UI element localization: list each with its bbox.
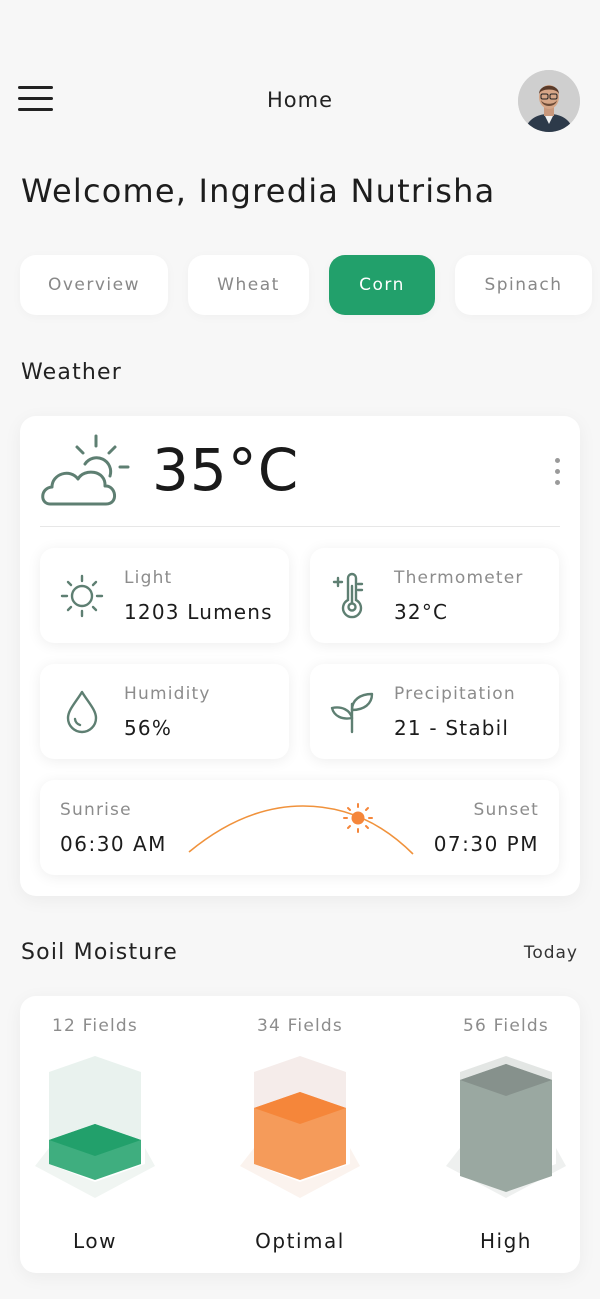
sun-icon xyxy=(60,574,104,618)
stat-label: Light xyxy=(124,568,173,588)
fields-count: 34 Fields xyxy=(257,1016,343,1036)
light-stat-card: Light 1203 Lumens xyxy=(40,548,289,643)
soil-moisture-section-title: Soil Moisture xyxy=(21,940,178,965)
stat-label: Humidity xyxy=(124,684,211,704)
tab-wheat[interactable]: Wheat xyxy=(188,255,309,315)
stat-label: Thermometer xyxy=(394,568,524,588)
avatar[interactable] xyxy=(518,70,580,132)
soil-column-high: 56 Fields High xyxy=(431,996,581,1273)
moisture-level: High xyxy=(480,1229,532,1253)
period-selector[interactable]: Today xyxy=(524,943,578,963)
stat-value: 56% xyxy=(124,716,173,740)
stat-label: Precipitation xyxy=(394,684,516,704)
sprout-icon xyxy=(330,692,374,734)
welcome-heading: Welcome, Ingredia Nutrisha xyxy=(21,172,496,210)
soil-column-low: 12 Fields Low xyxy=(20,996,170,1273)
tab-spinach[interactable]: Spinach xyxy=(455,255,592,315)
soil-column-optimal: 34 Fields Optimal xyxy=(225,996,375,1273)
tab-overview[interactable]: Overview xyxy=(20,255,168,315)
sunrise-time: 06:30 AM xyxy=(60,832,167,856)
temperature-value: 35°C xyxy=(152,436,300,504)
sun-position-icon xyxy=(343,803,373,833)
stat-value: 32°C xyxy=(394,600,449,624)
divider xyxy=(40,526,560,527)
fields-count: 12 Fields xyxy=(52,1016,138,1036)
droplet-icon xyxy=(66,690,98,734)
thermometer-icon xyxy=(332,572,364,619)
weather-card: 35°C Light 1203 Lumens Thermometer 32°C … xyxy=(20,416,580,896)
sun-path-arc xyxy=(188,803,414,855)
cloud-sun-icon xyxy=(41,434,130,506)
page-title: Home xyxy=(266,88,333,112)
moisture-gauge xyxy=(35,1056,155,1198)
tab-corn[interactable]: Corn xyxy=(329,255,435,315)
humidity-stat-card: Humidity 56% xyxy=(40,664,289,759)
soil-moisture-card: 12 Fields Low 34 Fields Optimal 56 Field… xyxy=(20,996,580,1273)
thermometer-stat-card: Thermometer 32°C xyxy=(310,548,559,643)
sunset-label: Sunset xyxy=(473,800,539,820)
moisture-level: Optimal xyxy=(255,1229,345,1253)
stat-value: 1203 Lumens xyxy=(124,600,273,624)
moisture-level: Low xyxy=(73,1229,117,1253)
fields-count: 56 Fields xyxy=(463,1016,549,1036)
stat-value: 21 - Stabil xyxy=(394,716,510,740)
sunset-time: 07:30 PM xyxy=(433,832,539,856)
sunrise-sunset-card: Sunrise 06:30 AM Sunset 07:30 PM xyxy=(40,780,559,875)
precipitation-stat-card: Precipitation 21 - Stabil xyxy=(310,664,559,759)
weather-section-title: Weather xyxy=(21,360,123,385)
moisture-gauge xyxy=(240,1056,360,1198)
app-header: Home xyxy=(0,0,600,200)
sunrise-label: Sunrise xyxy=(60,800,132,820)
more-options-icon[interactable] xyxy=(550,458,566,488)
moisture-gauge xyxy=(446,1056,566,1198)
